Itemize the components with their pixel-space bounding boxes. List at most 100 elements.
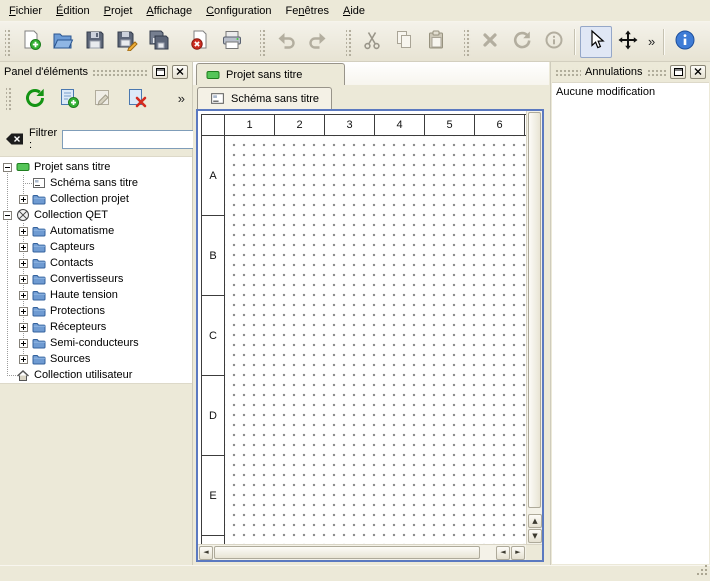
filter-input[interactable]: [62, 130, 212, 149]
paste-button[interactable]: [420, 26, 452, 58]
select-mode-button[interactable]: [580, 26, 612, 58]
undo-history-item[interactable]: Aucune modification: [552, 83, 709, 101]
scroll-up-button[interactable]: ▲: [528, 514, 542, 528]
tree-item-sources[interactable]: Sources: [0, 351, 192, 367]
undo-history-list[interactable]: Aucune modification: [552, 82, 709, 564]
menu-bar: Fichier Édition Projet Affichage Configu…: [0, 0, 710, 22]
toolbar-grip[interactable]: [5, 28, 12, 56]
undo-dock-title-bar[interactable]: Annulations: [551, 62, 710, 81]
delete-element-button[interactable]: [122, 84, 152, 114]
toolbar-overflow-button[interactable]: »: [644, 27, 659, 57]
undo-button[interactable]: [270, 26, 302, 58]
tree-item-semi-conducteurs[interactable]: Semi-conducteurs: [0, 335, 192, 351]
toolbar-grip[interactable]: [6, 86, 13, 112]
cut-button[interactable]: [356, 26, 388, 58]
toolbar-grip[interactable]: [346, 28, 353, 56]
expander-plus-icon[interactable]: [19, 259, 28, 268]
tab-projet-sans-titre[interactable]: Projet sans titre: [196, 63, 345, 85]
scroll-left-button[interactable]: ◄: [199, 546, 213, 560]
toolbar-grip[interactable]: [260, 28, 267, 56]
diagram-canvas[interactable]: [225, 136, 526, 544]
menu-fenetres[interactable]: Fenêtres: [279, 0, 336, 21]
tree-item-haute-tension[interactable]: Haute tension: [0, 287, 192, 303]
new-project-button[interactable]: [15, 26, 47, 58]
dock-close-button[interactable]: [690, 65, 706, 79]
edit-element-button[interactable]: [88, 84, 118, 114]
tree-item-automatisme[interactable]: Automatisme: [0, 223, 192, 239]
dock-close-button[interactable]: [172, 65, 188, 79]
vertical-scrollbar-thumb[interactable]: [528, 112, 541, 508]
save-button[interactable]: [79, 26, 111, 58]
dock-float-button[interactable]: [670, 65, 686, 79]
vertical-scrollbar[interactable]: ▲ ▼: [526, 111, 542, 544]
row-header: E: [202, 456, 224, 536]
expander-plus-icon[interactable]: [19, 291, 28, 300]
tree-item-contacts[interactable]: Contacts: [0, 255, 192, 271]
folder-icon: [32, 305, 46, 317]
tree-item-capteurs[interactable]: Capteurs: [0, 239, 192, 255]
resize-grip[interactable]: [696, 564, 708, 579]
tab-schema-sans-titre[interactable]: Schéma sans titre: [197, 87, 332, 109]
delete-button[interactable]: [474, 26, 506, 58]
column-header: 6: [475, 115, 525, 135]
close-project-button[interactable]: [184, 26, 216, 58]
expander-plus-icon[interactable]: [19, 195, 28, 204]
menu-aide[interactable]: Aide: [336, 0, 372, 21]
tree-item-protections[interactable]: Protections: [0, 303, 192, 319]
scroll-down-button[interactable]: ▼: [528, 529, 542, 543]
close-icon: [694, 68, 702, 75]
expander-plus-icon[interactable]: [19, 339, 28, 348]
expander-plus-icon[interactable]: [19, 307, 28, 316]
panel-toolbar-overflow-button[interactable]: »: [174, 84, 189, 114]
expander-minus-icon[interactable]: [3, 211, 12, 220]
tab-label: Schéma sans titre: [231, 93, 319, 105]
diagram-window: 1 2 3 4 5 6 A B C: [196, 109, 544, 562]
print-button[interactable]: [216, 26, 248, 58]
tree-item-convertisseurs[interactable]: Convertisseurs: [0, 271, 192, 287]
expander-plus-icon[interactable]: [19, 275, 28, 284]
column-header-row: 1 2 3 4 5 6: [202, 115, 526, 136]
project-icon: [16, 161, 30, 173]
element-info-button[interactable]: [538, 26, 570, 58]
toolbar-grip[interactable]: [464, 28, 471, 56]
filter-row: Filtrer :: [0, 127, 192, 151]
save-all-button[interactable]: [143, 26, 175, 58]
dock-float-button[interactable]: [152, 65, 168, 79]
tree-item-collection-qet[interactable]: Collection QET: [0, 207, 192, 223]
elements-panel-title-bar[interactable]: Panel d'éléments: [0, 62, 192, 81]
reload-collections-button[interactable]: [20, 84, 50, 114]
menu-item-label: ide: [350, 5, 365, 17]
tree-item-collection-utilisateur[interactable]: Collection utilisateur: [0, 367, 192, 383]
scroll-right-button[interactable]: ►: [511, 546, 525, 560]
expander-plus-icon[interactable]: [19, 243, 28, 252]
menu-affichage[interactable]: Affichage: [139, 0, 199, 21]
about-button[interactable]: [669, 26, 701, 58]
save-as-button[interactable]: [111, 26, 143, 58]
menu-item-label: F: [9, 5, 16, 17]
menu-fichier[interactable]: Fichier: [2, 0, 49, 21]
menu-edition[interactable]: Édition: [49, 0, 97, 21]
menu-configuration[interactable]: Configuration: [199, 0, 278, 21]
folder-icon: [32, 225, 46, 237]
pan-mode-button[interactable]: [612, 26, 644, 58]
horizontal-scrollbar-thumb[interactable]: [214, 546, 480, 559]
horizontal-scrollbar[interactable]: ◄ ◄ ►: [198, 544, 526, 560]
tree-item-projet-sans-titre[interactable]: Projet sans titre: [0, 159, 192, 175]
rotate-button[interactable]: [506, 26, 538, 58]
diagram-view[interactable]: 1 2 3 4 5 6 A B C: [198, 111, 526, 544]
tree-item-collection-projet[interactable]: Collection projet: [0, 191, 192, 207]
scroll-left-button-2[interactable]: ◄: [496, 546, 510, 560]
clear-filter-button[interactable]: [5, 132, 24, 146]
new-document-icon: [20, 29, 42, 54]
open-project-button[interactable]: [47, 26, 79, 58]
expander-minus-icon[interactable]: [3, 163, 12, 172]
workspace-area: Projet sans titre Schéma sans titre 1: [193, 62, 549, 565]
tree-item-recepteurs[interactable]: Récepteurs: [0, 319, 192, 335]
expander-plus-icon[interactable]: [19, 227, 28, 236]
redo-button[interactable]: [302, 26, 334, 58]
menu-projet[interactable]: Projet: [97, 0, 140, 21]
expander-plus-icon[interactable]: [19, 323, 28, 332]
new-element-button[interactable]: [54, 84, 84, 114]
copy-button[interactable]: [388, 26, 420, 58]
expander-plus-icon[interactable]: [19, 355, 28, 364]
